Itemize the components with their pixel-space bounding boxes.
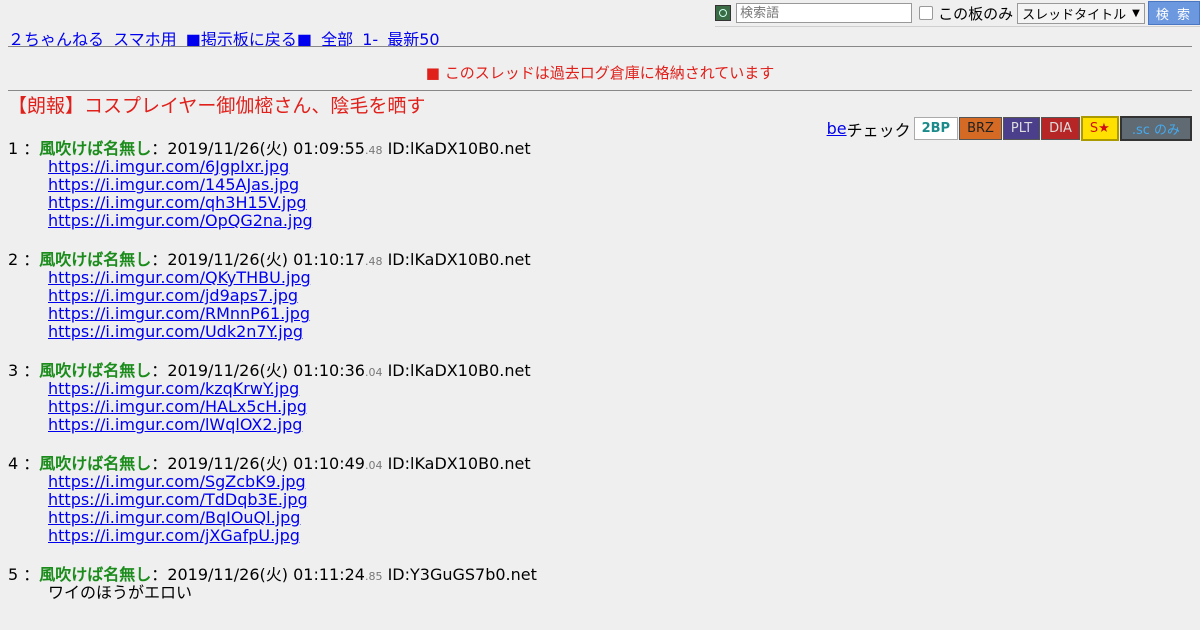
poster-id[interactable]: ID:lKaDX10B0.net [388,139,531,158]
post: 5 ：風吹けば名無し：2019/11/26(火) 01:11:24.85 ID:… [8,566,1188,602]
search-logo-icon[interactable] [715,5,732,21]
post-body: https://i.imgur.com/kzqKrwY.jpg https://… [48,380,1188,434]
archive-notice: ■ このスレッドは過去ログ倉庫に格納されています [425,64,775,82]
post-ms: .48 [364,255,383,268]
post-ms: .85 [364,570,383,583]
image-link[interactable]: https://i.imgur.com/HALx5cH.jpg [48,398,1188,416]
post-date: 2019/11/26(火) 01:09:55 [167,139,365,158]
post-number: 3 [8,361,19,380]
image-link[interactable]: https://i.imgur.com/145AJas.jpg [48,176,1188,194]
poster-name: 風吹けば名無し [39,454,152,473]
post-body: https://i.imgur.com/SgZcbK9.jpg https://… [48,473,1188,545]
image-link[interactable]: https://i.imgur.com/jd9aps7.jpg [48,287,1188,305]
image-link[interactable]: https://i.imgur.com/6JgpIxr.jpg [48,158,1188,176]
post-date: 2019/11/26(火) 01:10:17 [167,250,365,269]
search-button[interactable]: 検 索 [1147,1,1200,25]
divider [8,46,1192,47]
post-header: 5 ：風吹けば名無し：2019/11/26(火) 01:11:24.85 ID:… [8,565,537,584]
post-header: 3 ：風吹けば名無し：2019/11/26(火) 01:10:36.04 ID:… [8,361,531,380]
image-link[interactable]: https://i.imgur.com/jXGafpU.jpg [48,527,1188,545]
board-only-label: この板のみ [938,4,1014,23]
post-header: 2 ：風吹けば名無し：2019/11/26(火) 01:10:17.48 ID:… [8,250,531,269]
post-date: 2019/11/26(火) 01:10:36 [167,361,365,380]
image-link[interactable]: https://i.imgur.com/RMnnP61.jpg [48,305,1188,323]
post-number: 4 [8,454,19,473]
image-link[interactable]: https://i.imgur.com/TdDqb3E.jpg [48,491,1188,509]
poster-name: 風吹けば名無し [39,139,152,158]
image-link[interactable]: https://i.imgur.com/lWqlOX2.jpg [48,416,1188,434]
be-check-bar: be チェック 2BP BRZ PLT DIA S★ .sc のみ [827,116,1192,141]
post-number: 1 [8,139,19,158]
poster-name: 風吹けば名無し [39,565,152,584]
image-link[interactable]: https://i.imgur.com/QKyTHBU.jpg [48,269,1188,287]
image-link[interactable]: https://i.imgur.com/SgZcbK9.jpg [48,473,1188,491]
search-bar: この板のみ スレッドタイトル ▼ 検 索 [715,1,1200,27]
thread-title: 【朗報】コスプレイヤー御伽樒さん、陰毛を晒す [8,95,426,117]
post: 4 ：風吹けば名無し：2019/11/26(火) 01:10:49.04 ID:… [8,455,1188,545]
image-link[interactable]: https://i.imgur.com/qh3H15V.jpg [48,194,1188,212]
post-date: 2019/11/26(火) 01:11:24 [167,565,365,584]
image-link[interactable]: https://i.imgur.com/OpQG2na.jpg [48,212,1188,230]
poster-id[interactable]: ID:lKaDX10B0.net [388,250,531,269]
search-scope-select[interactable]: スレッドタイトル ▼ [1017,2,1145,24]
post-list: 1 ：風吹けば名無し：2019/11/26(火) 01:09:55.48 ID:… [8,140,1188,602]
post-ms: .04 [364,366,383,379]
filter-2bp-button[interactable]: 2BP [913,117,959,140]
post: 2 ：風吹けば名無し：2019/11/26(火) 01:10:17.48 ID:… [8,251,1188,341]
board-only-checkbox[interactable] [919,6,934,20]
post-ms: .04 [364,459,383,472]
filter-dia-button[interactable]: DIA [1041,117,1080,140]
image-link[interactable]: https://i.imgur.com/kzqKrwY.jpg [48,380,1188,398]
filter-sc-only-button[interactable]: .sc のみ [1119,116,1192,141]
search-scope-value: スレッドタイトル [1022,7,1127,23]
poster-name: 風吹けば名無し [39,250,152,269]
poster-name: 風吹けば名無し [39,361,152,380]
image-link[interactable]: https://i.imgur.com/BqIOuQl.jpg [48,509,1188,527]
search-input[interactable] [736,3,913,23]
poster-id[interactable]: ID:lKaDX10B0.net [388,361,531,380]
chevron-down-icon: ▼ [1132,7,1140,19]
post-text: ワイのほうがエロい [48,583,193,602]
post-body: https://i.imgur.com/6JgpIxr.jpg https://… [48,158,1188,230]
filter-star-button[interactable]: S★ [1080,116,1119,141]
be-check-label: チェック [846,120,911,140]
be-link[interactable]: be [827,119,847,138]
poster-id[interactable]: ID:lKaDX10B0.net [388,454,531,473]
post-date: 2019/11/26(火) 01:10:49 [167,454,365,473]
post-body: ワイのほうがエロい [48,584,1188,602]
post-header: 1 ：風吹けば名無し：2019/11/26(火) 01:09:55.48 ID:… [8,139,531,158]
post: 1 ：風吹けば名無し：2019/11/26(火) 01:09:55.48 ID:… [8,140,1188,230]
post-body: https://i.imgur.com/QKyTHBU.jpg https://… [48,269,1188,341]
image-link[interactable]: https://i.imgur.com/Udk2n7Y.jpg [48,323,1188,341]
post-header: 4 ：風吹けば名無し：2019/11/26(火) 01:10:49.04 ID:… [8,454,531,473]
filter-brz-button[interactable]: BRZ [959,117,1002,140]
post: 3 ：風吹けば名無し：2019/11/26(火) 01:10:36.04 ID:… [8,362,1188,434]
filter-plt-button[interactable]: PLT [1002,117,1041,140]
post-ms: .48 [364,144,383,157]
poster-id[interactable]: ID:Y3GuGS7b0.net [388,565,537,584]
post-number: 2 [8,250,19,269]
post-number: 5 [8,565,19,584]
